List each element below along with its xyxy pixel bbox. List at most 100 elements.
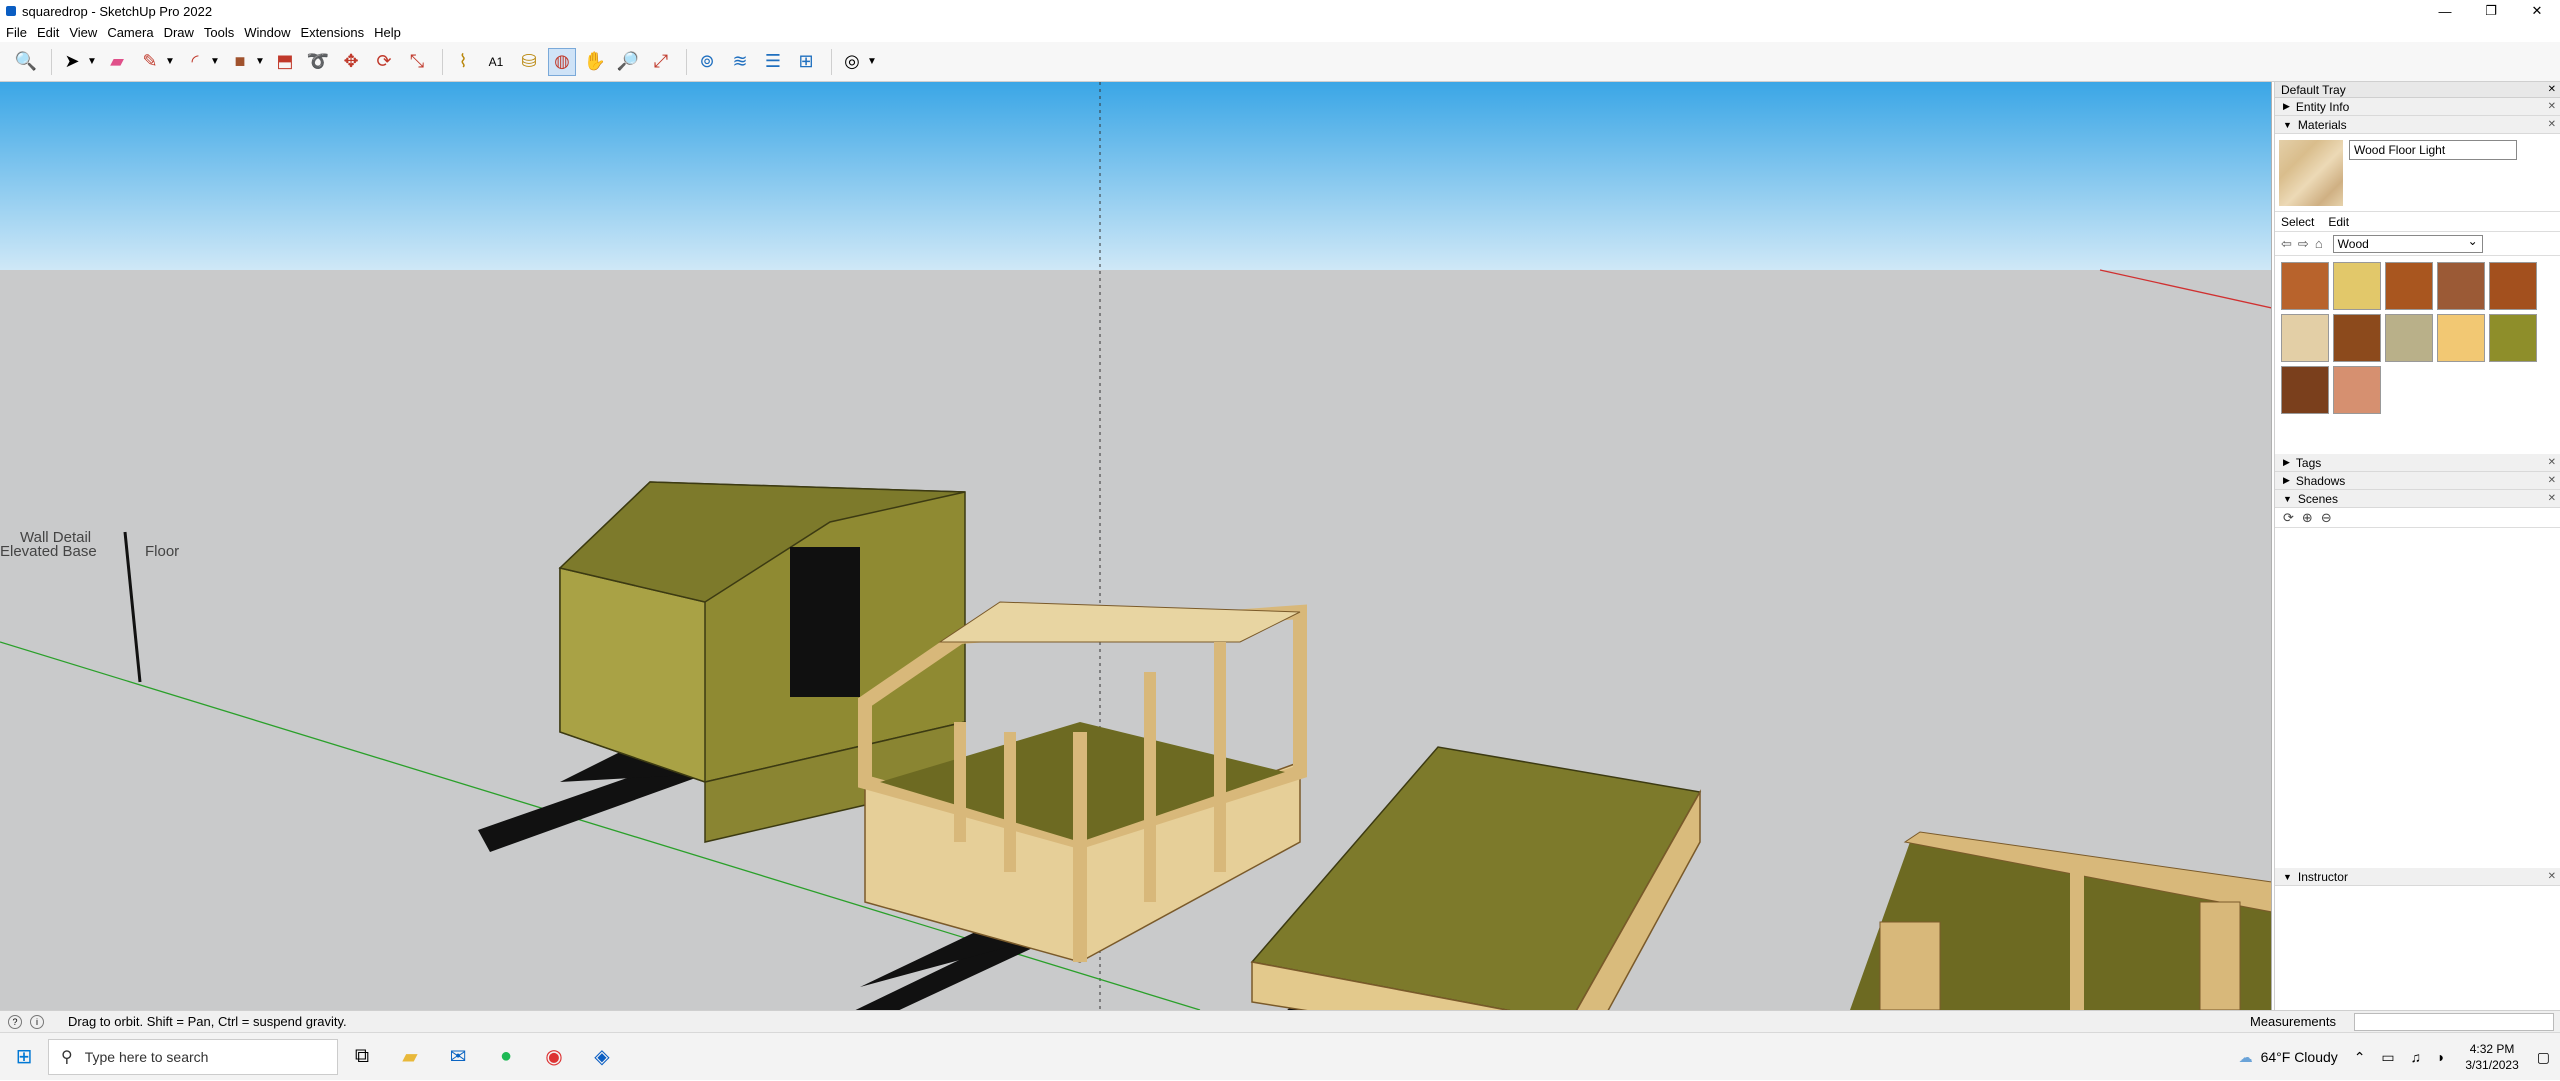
file-explorer-icon[interactable]: ▰ (386, 1033, 434, 1081)
material-swatch[interactable] (2279, 140, 2343, 206)
material-swatch-2[interactable] (2385, 262, 2433, 310)
restore-button[interactable]: ❐ (2468, 0, 2514, 22)
panel-tags[interactable]: ▶ Tags ✕ (2275, 454, 2560, 472)
section-icon[interactable]: ⊞ (792, 48, 820, 76)
panel-scenes[interactable]: ▼ Scenes ✕ (2275, 490, 2560, 508)
menu-camera[interactable]: Camera (107, 25, 153, 40)
tab-select[interactable]: Select (2281, 215, 2314, 229)
rotate-icon[interactable]: ⟳ (370, 48, 398, 76)
orbit-icon[interactable]: ◍ (548, 47, 576, 76)
panel-materials[interactable]: ▼ Materials ✕ (2275, 116, 2560, 134)
chevron-down-icon[interactable]: ▼ (164, 48, 176, 76)
close-icon[interactable]: ✕ (2548, 119, 2556, 130)
follow-me-icon[interactable]: ➰ (304, 48, 332, 76)
expand-icon: ▶ (2283, 101, 2290, 111)
zoom-extents-icon[interactable]: ⤢ (647, 48, 675, 76)
system-tray-icons[interactable]: ⌃ ▭ ♫ ◗ (2354, 1049, 2452, 1066)
close-icon[interactable]: ✕ (2548, 475, 2556, 486)
scene-canvas[interactable]: Wall Detail Elevated Base Floor (0, 82, 2272, 1010)
arc-icon[interactable]: ◜ (181, 48, 209, 76)
material-swatch-1[interactable] (2333, 262, 2381, 310)
pan-icon[interactable]: ✋ (581, 48, 609, 76)
toolbar-separator (686, 48, 687, 75)
menu-view[interactable]: View (69, 25, 97, 40)
chevron-down-icon[interactable]: ▼ (866, 48, 878, 76)
user-icon[interactable]: ◎ (838, 48, 866, 76)
tape-icon[interactable]: ⌇ (449, 48, 477, 76)
close-icon[interactable]: ✕ (2548, 84, 2556, 95)
close-icon[interactable]: ✕ (2548, 457, 2556, 468)
spotify-icon[interactable]: ● (482, 1033, 530, 1081)
close-button[interactable]: ✕ (2514, 0, 2560, 22)
back-icon[interactable]: ⇦ (2281, 236, 2292, 252)
taskbar-search[interactable]: ⚲ Type here to search (48, 1038, 338, 1075)
material-swatch-5[interactable] (2281, 314, 2329, 362)
panel-shadows[interactable]: ▶ Shadows ✕ (2275, 472, 2560, 490)
refresh-icon[interactable]: ⟳ (2283, 510, 2294, 526)
collection-select[interactable]: Wood (2332, 234, 2483, 253)
material-swatch-4[interactable] (2489, 262, 2537, 310)
measurements-input[interactable] (2354, 1013, 2554, 1031)
extension-icon[interactable]: ≋ (726, 48, 754, 76)
material-swatch-11[interactable] (2333, 366, 2381, 414)
push-pull-icon[interactable]: ⬒ (271, 48, 299, 76)
chevron-down-icon[interactable]: ▼ (209, 48, 221, 76)
search-icon[interactable]: 🔍 (12, 48, 40, 76)
chevron-down-icon[interactable]: ▼ (254, 48, 266, 76)
chevron-down-icon[interactable]: ▼ (86, 48, 98, 76)
menu-file[interactable]: File (6, 25, 27, 40)
material-name-field[interactable]: Wood Floor Light (2349, 140, 2517, 160)
panel-instructor[interactable]: ▼ Instructor ✕ (2275, 868, 2560, 886)
panel-entity-info[interactable]: ▶ Entity Info ✕ (2275, 98, 2560, 116)
material-swatch-3[interactable] (2437, 262, 2485, 310)
paint-icon[interactable]: ⛁ (515, 48, 543, 76)
close-icon[interactable]: ✕ (2548, 871, 2556, 882)
menu-edit[interactable]: Edit (37, 25, 59, 40)
forward-icon[interactable]: ⇨ (2298, 236, 2309, 252)
mail-icon[interactable]: ✉ (434, 1033, 482, 1081)
info-icon[interactable]: i (30, 1014, 44, 1029)
material-swatch-0[interactable] (2281, 262, 2329, 310)
chrome-icon[interactable]: ◉ (530, 1033, 578, 1081)
warehouse-icon[interactable]: ⊚ (693, 48, 721, 76)
material-swatch-9[interactable] (2489, 314, 2537, 362)
scale-icon[interactable]: ⤡ (403, 48, 431, 76)
windows-start-icon[interactable]: ⊞ (0, 1033, 48, 1081)
layers-icon[interactable]: ☰ (759, 48, 787, 76)
select-icon[interactable]: ➤ (58, 48, 86, 76)
close-icon[interactable]: ✕ (2548, 493, 2556, 504)
weather-widget[interactable]: ☁ 64°F Cloudy (2239, 1049, 2338, 1066)
menu-draw[interactable]: Draw (164, 25, 194, 40)
status-hint: Drag to orbit. Shift = Pan, Ctrl = suspe… (68, 1014, 347, 1029)
material-swatch-7[interactable] (2385, 314, 2433, 362)
material-swatch-8[interactable] (2437, 314, 2485, 362)
task-view-icon[interactable]: ⧉ (338, 1033, 386, 1081)
zoom-icon[interactable]: 🔎 (614, 48, 642, 76)
shape-icon[interactable]: ■ (226, 48, 254, 76)
help-icon[interactable]: ? (8, 1014, 22, 1029)
eraser-icon[interactable]: ▰ (103, 48, 131, 76)
menu-tools[interactable]: Tools (204, 25, 234, 40)
clock[interactable]: 4:32 PM 3/31/2023 (2465, 1041, 2518, 1073)
menu-help[interactable]: Help (374, 25, 401, 40)
sketchup-taskbar-icon[interactable]: ◈ (578, 1033, 626, 1081)
minimize-button[interactable]: — (2422, 0, 2468, 22)
remove-scene-icon[interactable]: ⊖ (2321, 510, 2332, 526)
move-icon[interactable]: ✥ (337, 48, 365, 76)
tab-edit[interactable]: Edit (2328, 215, 2349, 229)
material-swatch-10[interactable] (2281, 366, 2329, 414)
menu-extensions[interactable]: Extensions (301, 25, 365, 40)
material-preview: Wood Floor Light (2275, 134, 2560, 212)
menu-window[interactable]: Window (244, 25, 290, 40)
notification-icon[interactable]: ▢ (2537, 1049, 2550, 1066)
toolbar-separator (831, 48, 832, 75)
model-viewport[interactable]: Wall Detail Elevated Base Floor (0, 82, 2272, 1010)
home-icon[interactable]: ⌂ (2315, 236, 2323, 251)
window-title: squaredrop - SketchUp Pro 2022 (22, 3, 213, 19)
text-icon[interactable]: A1 (482, 48, 510, 76)
add-scene-icon[interactable]: ⊕ (2302, 510, 2313, 526)
close-icon[interactable]: ✕ (2548, 101, 2556, 112)
pencil-icon[interactable]: ✎ (136, 48, 164, 76)
material-swatch-6[interactable] (2333, 314, 2381, 362)
menu-bar: File Edit View Camera Draw Tools Window … (0, 22, 2560, 42)
